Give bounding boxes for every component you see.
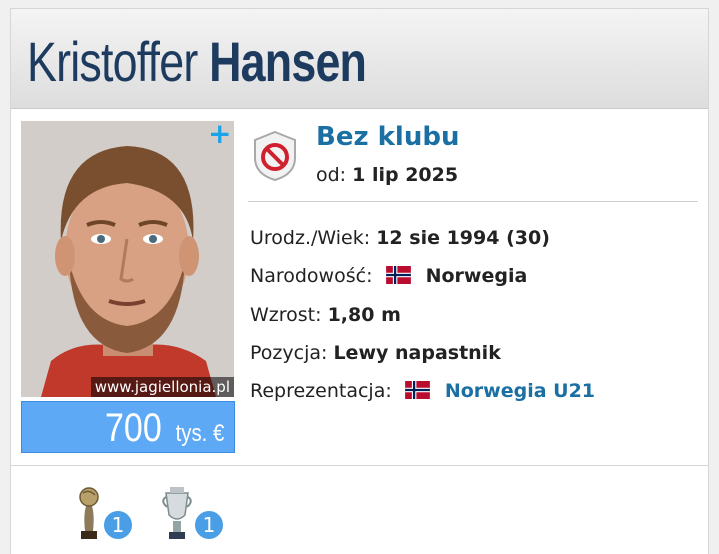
player-first-name: Kristoffer bbox=[27, 30, 198, 93]
divider bbox=[248, 201, 698, 202]
market-value-amount: 700 bbox=[105, 406, 163, 450]
market-value-box[interactable]: 700 tys. € bbox=[21, 401, 235, 453]
norway-flag-icon bbox=[404, 381, 430, 399]
info-position: Pozycja: Lewy napastnik bbox=[250, 342, 501, 364]
info-birth: Urodz./Wiek: 12 sie 1994 (30) bbox=[250, 227, 550, 249]
info-nationality: Narodowość: Norwegia bbox=[250, 265, 527, 287]
no-club-shield-icon bbox=[254, 130, 296, 182]
club-since-date: 1 lip 2025 bbox=[352, 164, 459, 186]
trophy-count-badge: 1 bbox=[193, 509, 225, 541]
club-name-link[interactable]: Bez klubu bbox=[316, 122, 459, 152]
nationality-label: Narodowość: bbox=[250, 265, 373, 287]
info-national-team: Reprezentacja: Norwegia U21 bbox=[250, 380, 595, 402]
player-portrait-illustration bbox=[21, 121, 234, 397]
divider bbox=[11, 465, 708, 466]
trophy-count-badge: 1 bbox=[102, 509, 134, 541]
position-value: Lewy napastnik bbox=[333, 342, 501, 364]
golden-ball-trophy-icon[interactable] bbox=[77, 483, 101, 541]
photo-credit: www.jagiellonia.pl bbox=[90, 377, 234, 397]
player-last-name: Hansen bbox=[209, 30, 367, 93]
birth-label: Urodz./Wiek: bbox=[250, 227, 371, 249]
norway-flag-icon bbox=[385, 266, 411, 284]
cup-trophy-icon[interactable] bbox=[162, 483, 192, 541]
player-name: Kristoffer Hansen bbox=[27, 29, 367, 94]
nationality-value: Norwegia bbox=[425, 265, 528, 287]
club-since-label: od: bbox=[316, 164, 347, 186]
player-photo[interactable]: www.jagiellonia.pl bbox=[21, 121, 234, 397]
player-header: Kristoffer Hansen bbox=[11, 9, 708, 109]
position-label: Pozycja: bbox=[250, 342, 328, 364]
plus-icon[interactable]: + bbox=[208, 120, 231, 148]
national-team-link[interactable]: Norwegia U21 bbox=[445, 380, 595, 402]
info-height: Wzrost: 1,80 m bbox=[250, 304, 401, 326]
club-since: od: 1 lip 2025 bbox=[316, 164, 458, 186]
height-label: Wzrost: bbox=[250, 304, 322, 326]
height-value: 1,80 m bbox=[327, 304, 401, 326]
market-value-unit: tys. € bbox=[175, 420, 224, 447]
player-card: Kristoffer Hansen www.jagiellonia.pl + 7… bbox=[10, 8, 709, 554]
birth-value: 12 sie 1994 (30) bbox=[376, 227, 550, 249]
national-team-label: Reprezentacja: bbox=[250, 380, 392, 402]
